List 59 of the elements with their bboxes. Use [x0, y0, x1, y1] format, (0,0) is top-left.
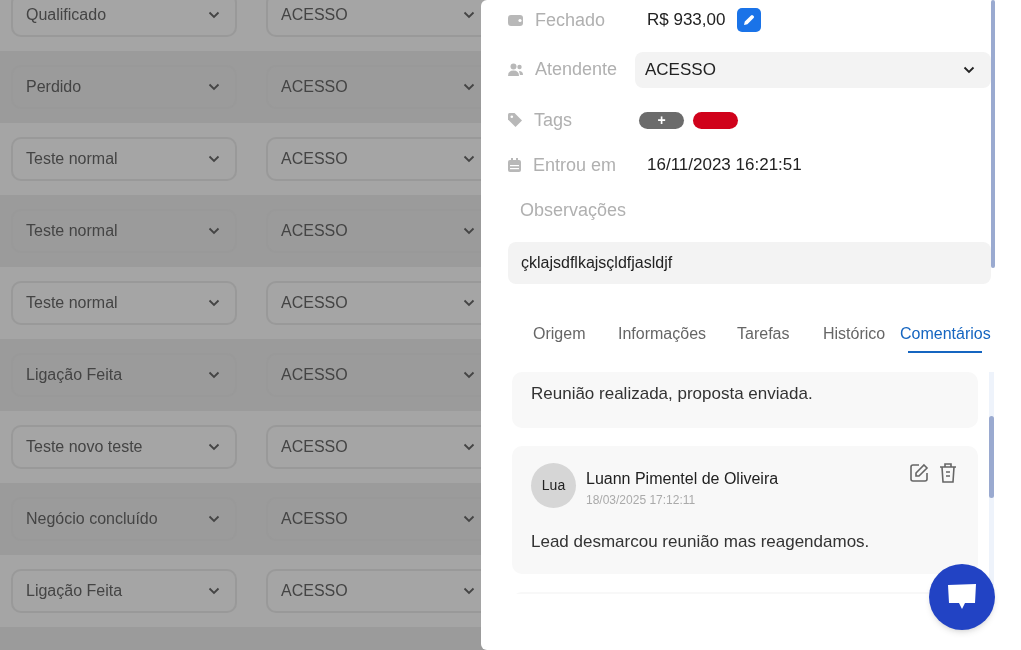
chevron-down-icon	[208, 83, 220, 91]
owner-dropdown[interactable]: ACESSO	[266, 569, 481, 613]
trash-icon[interactable]	[939, 462, 957, 483]
tab[interactable]: Comentários	[900, 314, 995, 354]
tab[interactable]: Histórico	[823, 314, 900, 354]
comment-date: 18/03/2025 17:12:11	[586, 491, 697, 509]
tab[interactable]: Informações	[618, 314, 737, 354]
owner-dropdown[interactable]: ACESSO	[266, 425, 481, 469]
chevron-down-icon	[963, 65, 975, 74]
chevron-down-icon	[208, 299, 220, 307]
chevron-down-icon	[208, 11, 220, 19]
tag-icon	[508, 113, 522, 127]
stage-dropdown[interactable]: Qualificado	[11, 0, 237, 37]
chevron-down-icon	[208, 515, 220, 523]
comment-author: Luann Pimentel de Oliveira	[586, 468, 780, 489]
pencil-icon	[742, 13, 757, 27]
chevron-down-icon	[463, 227, 475, 235]
field-label: Observações	[520, 198, 627, 222]
field-label: Fechado	[535, 8, 606, 32]
field-label: Tags	[534, 108, 573, 132]
scrollbar-thumb[interactable]	[989, 416, 994, 498]
chevron-down-icon	[463, 155, 475, 163]
stage-dropdown[interactable]: Teste normal	[11, 137, 237, 181]
stage-dropdown[interactable]: Teste novo teste	[11, 425, 237, 469]
field-value: 16/11/2023 16:21:51	[647, 154, 802, 177]
tag-pill[interactable]	[693, 111, 738, 129]
chevron-down-icon	[208, 155, 220, 163]
chat-button[interactable]	[929, 564, 995, 630]
tab[interactable]: Origem	[533, 314, 618, 354]
field-value: R$ 933,00	[647, 9, 726, 32]
edit-icon[interactable]	[909, 462, 929, 483]
chevron-down-icon	[463, 443, 475, 451]
comment-text: Reunião realizada, proposta enviada.	[531, 383, 814, 405]
chevron-down-icon	[463, 11, 475, 19]
chevron-down-icon	[463, 83, 475, 91]
edit-value-button[interactable]	[737, 8, 762, 32]
notes-field[interactable]: çklajsdflkajsçldfjasldjf	[508, 242, 991, 284]
field-label: Entrou em	[533, 153, 617, 177]
stage-dropdown[interactable]: Ligação Feita	[11, 569, 237, 613]
users-icon	[508, 62, 523, 77]
owner-dropdown[interactable]: ACESSO	[266, 281, 481, 325]
chevron-down-icon	[208, 371, 220, 379]
owner-dropdown[interactable]: ACESSO	[266, 137, 481, 181]
comment-text: Lead desmarcou reunião mas reagendamos.	[531, 530, 871, 553]
avatar: Lua	[531, 462, 576, 508]
field-label: Atendente	[535, 58, 618, 81]
chevron-down-icon	[463, 515, 475, 523]
chevron-down-icon	[463, 371, 475, 379]
calendar-icon	[508, 158, 521, 172]
chevron-down-icon	[208, 587, 220, 595]
chevron-down-icon	[208, 443, 220, 451]
chevron-down-icon	[463, 299, 475, 307]
chevron-down-icon	[463, 587, 475, 595]
chevron-down-icon	[208, 227, 220, 235]
add-tag-button[interactable]: +	[639, 111, 684, 129]
attendant-dropdown[interactable]: ACESSO	[635, 51, 991, 88]
stage-dropdown[interactable]: Teste normal	[11, 281, 237, 325]
tab[interactable]: Tarefas	[737, 314, 823, 354]
wallet-icon	[508, 13, 523, 27]
